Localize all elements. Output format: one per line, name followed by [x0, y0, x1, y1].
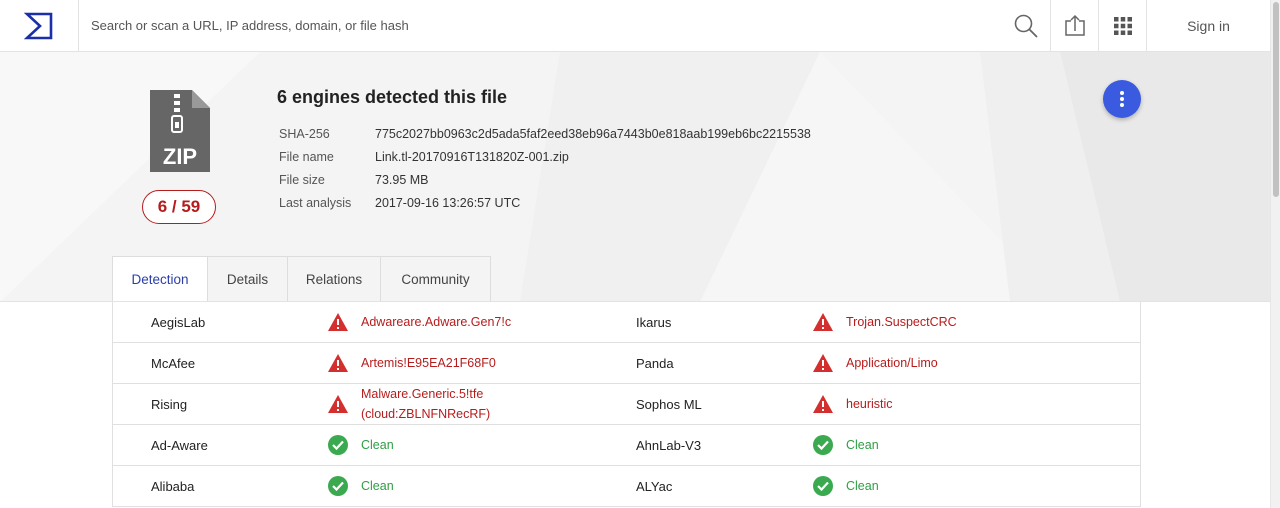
detection-result: Clean — [327, 434, 394, 456]
result-line: Malware.Generic.5!tfe — [361, 387, 484, 401]
upload-button[interactable] — [1050, 0, 1098, 51]
detection-results-table: AegisLab Adwareare.Adware.Gen7!c Ikarus … — [112, 302, 1141, 507]
warning-triangle-icon — [327, 352, 349, 374]
search-input[interactable] — [91, 18, 991, 33]
result-text: Clean — [846, 438, 879, 452]
tab-detection[interactable]: Detection — [112, 256, 208, 301]
scrollbar-thumb[interactable] — [1273, 2, 1279, 197]
warning-triangle-icon — [812, 352, 834, 374]
detail-row-last-analysis: Last analysis 2017-09-16 13:26:57 UTC — [279, 191, 811, 214]
warning-triangle-icon — [327, 311, 349, 333]
detail-row-sha256: SHA-256 775c2027bb0963c2d5ada5faf2eed38e… — [279, 122, 811, 145]
detail-label: File size — [279, 172, 325, 187]
detection-result: Application/Limo — [812, 352, 938, 374]
engine-name: Panda — [636, 355, 674, 371]
tab-community[interactable]: Community — [381, 256, 491, 301]
detail-row-filename: File name Link.tl-20170916T131820Z-001.z… — [279, 145, 811, 168]
detail-row-filesize: File size 73.95 MB — [279, 168, 811, 191]
sign-in-link[interactable]: Sign in — [1146, 0, 1270, 51]
engine-name: Sophos ML — [636, 396, 702, 412]
tab-bar: Detection Details Relations Community — [112, 256, 491, 301]
result-text: Clean — [361, 479, 394, 493]
more-options-button[interactable] — [1103, 80, 1141, 118]
file-summary: ZIP 6 / 59 6 engines detected this file … — [0, 52, 1270, 302]
detection-result: Adwareare.Adware.Gen7!c — [327, 311, 511, 333]
result-text: Artemis!E95EA21F68F0 — [361, 356, 496, 370]
more-vertical-icon[interactable] — [1119, 90, 1125, 108]
engine-name: Rising — [151, 396, 188, 412]
detail-label: SHA-256 — [279, 126, 330, 141]
search-button[interactable] — [1002, 0, 1050, 51]
result-text: Malware.Generic.5!tfe (cloud:ZBLNFNRecRF… — [361, 384, 490, 424]
result-text: Adwareare.Adware.Gen7!c — [361, 315, 512, 329]
top-bar: Sign in — [0, 0, 1270, 52]
result-text: Trojan.SuspectCRC — [846, 315, 957, 329]
engine-name: ALYac — [636, 478, 673, 494]
detail-value: Link.tl-20170916T131820Z-001.zip — [375, 149, 569, 164]
detection-result: Clean — [812, 475, 879, 497]
detail-value: 775c2027bb0963c2d5ada5faf2eed38eb96a7443… — [375, 126, 811, 141]
engine-name: Ikarus — [636, 314, 672, 330]
result-line: (cloud:ZBLNFNRecRF) — [361, 407, 491, 421]
zip-file-icon: ZIP — [150, 90, 210, 172]
grid-apps-icon[interactable] — [1113, 16, 1133, 36]
detection-score-badge: 6 / 59 — [142, 190, 216, 224]
engine-name: AegisLab — [151, 314, 206, 330]
page-scrollbar[interactable] — [1270, 0, 1280, 508]
detection-result: Trojan.SuspectCRC — [812, 311, 957, 333]
warning-triangle-icon — [812, 393, 834, 415]
detail-value: 2017-09-16 13:26:57 UTC — [375, 195, 521, 210]
detection-result: Clean — [327, 475, 394, 497]
result-text: Application/Limo — [846, 356, 938, 370]
page-title: 6 engines detected this file — [277, 87, 508, 107]
engine-name: Alibaba — [151, 478, 195, 494]
apps-button[interactable] — [1098, 0, 1146, 51]
table-row: AegisLab Adwareare.Adware.Gen7!c Ikarus … — [113, 302, 1140, 343]
table-row: McAfee Artemis!E95EA21F68F0 Panda Applic… — [113, 343, 1140, 384]
table-row: Rising Malware.Generic.5!tfe (cloud:ZBLN… — [113, 384, 1140, 425]
check-circle-icon — [812, 475, 834, 497]
detection-result: heuristic — [812, 393, 893, 415]
engine-name: McAfee — [151, 355, 196, 371]
warning-triangle-icon — [812, 311, 834, 333]
search-icon[interactable] — [1013, 13, 1039, 39]
tab-relations[interactable]: Relations — [288, 256, 381, 301]
warning-triangle-icon — [327, 393, 349, 415]
file-type-label: ZIP — [163, 144, 197, 169]
engine-name: Ad-Aware — [151, 437, 208, 453]
result-text: Clean — [846, 479, 879, 493]
check-circle-icon — [812, 434, 834, 456]
sigma-logo-icon[interactable] — [24, 12, 54, 40]
engine-name: AhnLab-V3 — [636, 437, 702, 453]
check-circle-icon — [327, 475, 349, 497]
upload-icon[interactable] — [1064, 13, 1086, 39]
detection-result: Artemis!E95EA21F68F0 — [327, 352, 496, 374]
detection-result: Malware.Generic.5!tfe (cloud:ZBLNFNRecRF… — [327, 384, 490, 424]
table-row: Alibaba Clean ALYac Clean — [113, 466, 1140, 507]
detail-label: File name — [279, 149, 334, 164]
search-bar — [79, 0, 1002, 51]
logo[interactable] — [0, 0, 79, 51]
file-details: SHA-256 775c2027bb0963c2d5ada5faf2eed38e… — [279, 122, 811, 214]
tab-details[interactable]: Details — [208, 256, 288, 301]
result-text: Clean — [361, 438, 394, 452]
result-text: heuristic — [846, 397, 893, 411]
table-row: Ad-Aware Clean AhnLab-V3 Clean — [113, 425, 1140, 466]
detail-value: 73.95 MB — [375, 172, 429, 187]
check-circle-icon — [327, 434, 349, 456]
detail-label: Last analysis — [279, 195, 352, 210]
detection-result: Clean — [812, 434, 879, 456]
